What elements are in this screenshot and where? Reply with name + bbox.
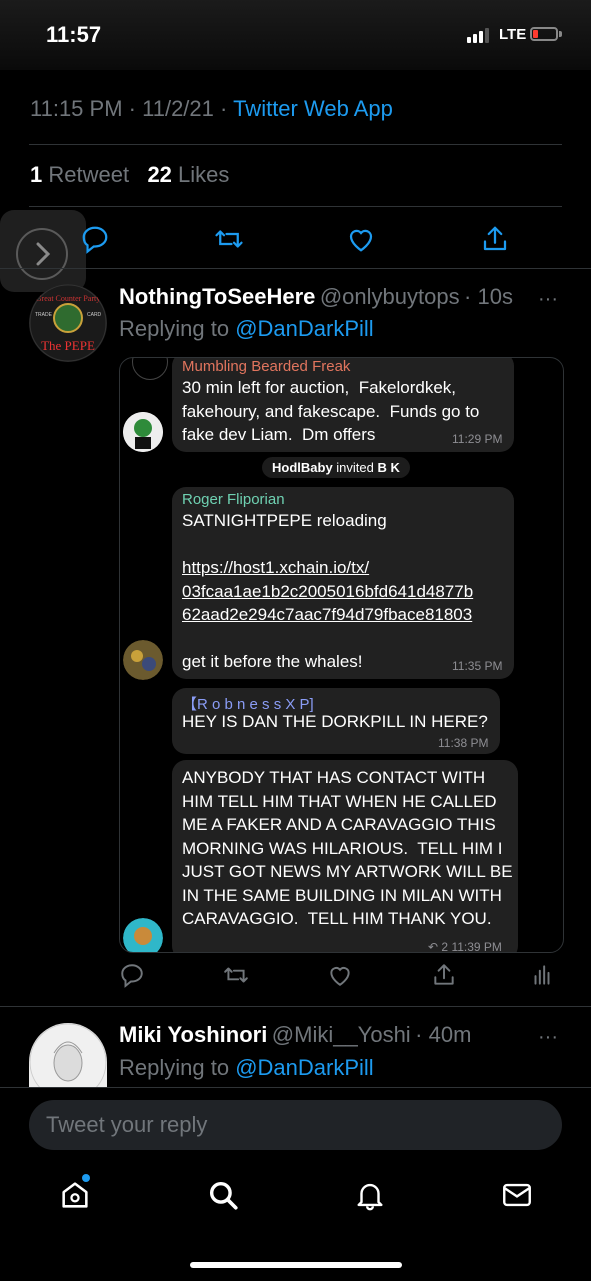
notification-dot bbox=[82, 1174, 90, 1182]
like-icon[interactable] bbox=[346, 224, 376, 254]
system-action: invited bbox=[336, 460, 374, 475]
chevron-icon bbox=[132, 358, 168, 380]
retweets-link[interactable]: 1 Retweet bbox=[30, 162, 129, 187]
more-icon[interactable]: ··· bbox=[538, 1026, 558, 1049]
reply-placeholder: Tweet your reply bbox=[46, 1112, 208, 1137]
tweet-source-link[interactable]: Twitter Web App bbox=[233, 96, 393, 121]
home-icon[interactable] bbox=[58, 1174, 92, 1217]
author-handle[interactable]: @Miki__Yoshi bbox=[272, 1022, 411, 1047]
post-age: · 10s bbox=[464, 284, 513, 309]
message-text: SATNIGHTPEPE reloading bbox=[182, 511, 387, 530]
avatar-trade: TRADE bbox=[35, 312, 52, 318]
forward-count: 2 bbox=[441, 940, 449, 953]
retweet-label: Retweet bbox=[48, 162, 130, 187]
message-bubble: ANYBODY THAT HAS CONTACT WITH HIM TELL H… bbox=[172, 760, 518, 953]
divider bbox=[0, 1006, 591, 1007]
likes-link[interactable]: 22 Likes bbox=[147, 162, 229, 187]
reply-icon[interactable] bbox=[119, 962, 145, 988]
forward-icon: ↶ bbox=[428, 940, 439, 953]
retweet-icon[interactable] bbox=[223, 962, 249, 988]
replying-label: Replying to bbox=[119, 316, 230, 341]
sender-avatar bbox=[123, 918, 163, 952]
notifications-icon[interactable] bbox=[353, 1178, 387, 1217]
avatar-card: CARD bbox=[87, 312, 102, 318]
replying-to: Replying to @DanDarkPill bbox=[119, 316, 374, 342]
messages-icon[interactable] bbox=[500, 1178, 534, 1217]
message-time: 11:35 PM bbox=[452, 659, 503, 673]
status-time: 11:57 bbox=[46, 22, 102, 47]
like-icon[interactable] bbox=[327, 962, 353, 988]
avatar[interactable]: Great Counter Party TRADE CARD The PEPE bbox=[29, 284, 107, 362]
author-name[interactable]: NothingToSeeHere bbox=[119, 284, 315, 309]
system-message: HodlBaby invited B K bbox=[262, 457, 410, 478]
reply-header: NothingToSeeHere @onlybuytops · 10s bbox=[119, 284, 513, 310]
meta-dot: · bbox=[220, 96, 228, 121]
share-icon[interactable] bbox=[480, 224, 510, 254]
message-bubble: Mumbling Bearded Freak 30 min left for a… bbox=[172, 358, 514, 452]
like-label: Likes bbox=[178, 162, 230, 187]
reply-input[interactable]: Tweet your reply bbox=[29, 1100, 562, 1150]
replying-handle[interactable]: @DanDarkPill bbox=[235, 1055, 373, 1080]
reply-icon[interactable] bbox=[80, 224, 110, 254]
meta-dot: · bbox=[128, 96, 136, 121]
tweet-stats: 1 Retweet 22 Likes bbox=[30, 162, 229, 188]
sender-avatar bbox=[123, 640, 163, 680]
tweet-date: 11/2/21 bbox=[142, 96, 214, 121]
system-target: B K bbox=[377, 460, 400, 475]
message-meta: ↶ 2 11:39 PM bbox=[428, 940, 502, 953]
message-time: 11:39 PM bbox=[451, 940, 502, 953]
author-name[interactable]: Miki Yoshinori bbox=[119, 1022, 267, 1047]
attached-image[interactable]: Mumbling Bearded Freak 30 min left for a… bbox=[119, 357, 564, 953]
replying-label: Replying to bbox=[119, 1055, 230, 1080]
message-text: get it before the whales! bbox=[182, 652, 363, 671]
share-icon[interactable] bbox=[431, 962, 457, 988]
author-handle[interactable]: @onlybuytops bbox=[320, 284, 460, 309]
network-label: LTE bbox=[499, 26, 527, 43]
message-sender: Mumbling Bearded Freak bbox=[182, 358, 351, 375]
chevron-right-icon bbox=[16, 228, 68, 280]
message-time: 11:29 PM bbox=[452, 432, 503, 446]
post-age: · 40m bbox=[415, 1022, 472, 1047]
message-time: 11:38 PM bbox=[438, 736, 489, 750]
message-bubble: Roger Fliporian SATNIGHTPEPE reloading h… bbox=[172, 487, 514, 679]
retweet-count: 1 bbox=[30, 162, 43, 187]
signal-icon bbox=[467, 28, 489, 43]
divider bbox=[29, 144, 562, 145]
avatar-title: The PEPE bbox=[41, 338, 95, 353]
more-icon[interactable]: ··· bbox=[538, 288, 558, 311]
message-text: HEY IS DAN THE DORKPILL IN HERE? bbox=[182, 712, 488, 731]
system-name: HodlBaby bbox=[272, 460, 333, 475]
search-icon[interactable] bbox=[206, 1178, 240, 1217]
reply-header: Miki Yoshinori @Miki__Yoshi · 40m bbox=[119, 1022, 471, 1048]
retweet-icon[interactable] bbox=[214, 224, 244, 254]
analytics-icon[interactable] bbox=[529, 962, 555, 988]
avatar[interactable] bbox=[29, 1023, 107, 1087]
message-sender: Roger Fliporian bbox=[182, 491, 285, 508]
tweet-meta: 11:15 PM · 11/2/21 · Twitter Web App bbox=[30, 96, 393, 122]
message-text: ANYBODY THAT HAS CONTACT WITH HIM TELL H… bbox=[182, 768, 518, 928]
avatar-ring-text: Great Counter Party bbox=[35, 294, 101, 303]
tweet-time: 11:15 PM bbox=[30, 96, 123, 121]
message-bubble: 【R o b n e s s X P] HEY IS DAN THE DORKP… bbox=[172, 688, 500, 754]
expand-button[interactable] bbox=[0, 210, 86, 292]
divider bbox=[0, 268, 591, 269]
sender-avatar bbox=[123, 412, 163, 452]
divider bbox=[29, 206, 562, 207]
replying-to: Replying to @DanDarkPill bbox=[119, 1055, 374, 1081]
like-count: 22 bbox=[147, 162, 172, 187]
home-indicator[interactable] bbox=[190, 1262, 402, 1268]
battery-tip bbox=[559, 31, 562, 37]
replying-handle[interactable]: @DanDarkPill bbox=[235, 316, 373, 341]
battery-icon bbox=[530, 27, 558, 41]
message-link[interactable]: https://host1.xchain.io/tx/ 03fcaa1ae1b2… bbox=[182, 556, 473, 627]
